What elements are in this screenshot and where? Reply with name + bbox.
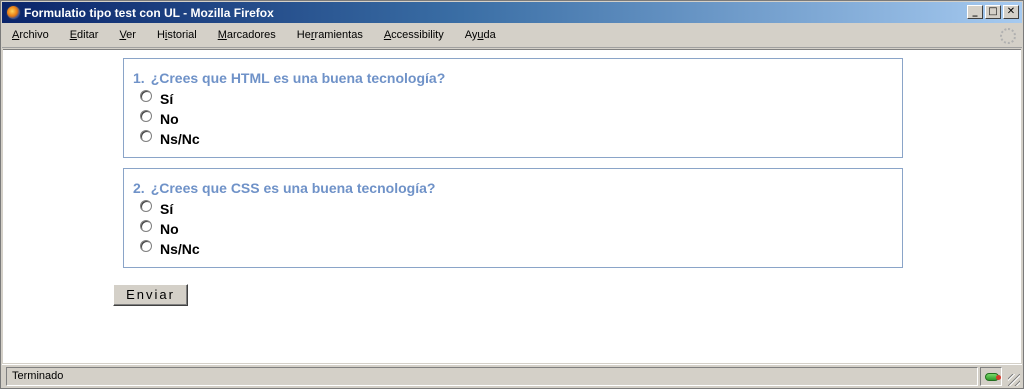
window-controls: _ □ ✕ xyxy=(965,5,1019,19)
close-button[interactable]: ✕ xyxy=(1003,5,1019,19)
option-label[interactable]: Ns/Nc xyxy=(160,131,200,147)
menu-editar[interactable]: Editar xyxy=(70,29,99,41)
option-nsnc[interactable]: Ns/Nc xyxy=(140,129,200,149)
question-2-legend: 2. ¿Crees que CSS es una buena tecnología… xyxy=(133,180,435,196)
minimize-button[interactable]: _ xyxy=(967,5,983,19)
connection-status-icon xyxy=(985,373,1001,381)
question-text: ¿Crees que HTML es una buena tecnología? xyxy=(150,70,446,86)
status-icon-panel xyxy=(980,367,1002,386)
radio-button[interactable] xyxy=(140,110,152,122)
option-label[interactable]: Sí xyxy=(160,91,173,107)
menu-label-rest: ramientas xyxy=(314,29,363,41)
question-number: 2. xyxy=(133,180,145,196)
option-no[interactable]: No xyxy=(140,219,200,239)
options-list: Sí No Ns/Nc xyxy=(140,199,200,259)
menu-label-rest: rchivo xyxy=(19,29,49,41)
menu-label-rest: da xyxy=(483,29,496,41)
menu-accessibility[interactable]: Accessibility xyxy=(384,29,444,41)
menu-label-rest: arcadores xyxy=(226,29,276,41)
menu-ayuda[interactable]: Ayuda xyxy=(465,29,496,41)
menu-label-rest: ccessibility xyxy=(391,29,444,41)
menu-label-rest: ditar xyxy=(77,29,99,41)
menu-archivo[interactable]: Archivo xyxy=(12,29,49,41)
option-label[interactable]: Sí xyxy=(160,201,173,217)
menu-label-rest: storial xyxy=(167,29,197,41)
radio-button[interactable] xyxy=(140,220,152,232)
option-label[interactable]: No xyxy=(160,111,179,127)
throbber-icon xyxy=(1000,28,1016,44)
option-nsnc[interactable]: Ns/Nc xyxy=(140,239,200,259)
firefox-icon xyxy=(6,5,21,20)
page-content: 1. ¿Crees que HTML es una buena tecnologí… xyxy=(3,49,1021,363)
option-label[interactable]: Ns/Nc xyxy=(160,241,200,257)
radio-button[interactable] xyxy=(140,90,152,102)
window-title: Formulatio tipo test con UL - Mozilla Fi… xyxy=(24,6,274,20)
menu-herramientas[interactable]: Herramientas xyxy=(297,29,363,41)
question-1: 1. ¿Crees que HTML es una buena tecnologí… xyxy=(123,58,903,158)
menu-marcadores[interactable]: Marcadores xyxy=(218,29,276,41)
menu-bar: Archivo Editar Ver Historial Marcadores … xyxy=(2,24,1022,48)
question-2: 2. ¿Crees que CSS es una buena tecnología… xyxy=(123,168,903,268)
menu-mnemonic: M xyxy=(217,29,227,41)
resize-grip-icon[interactable] xyxy=(1008,374,1020,386)
option-label[interactable]: No xyxy=(160,221,179,237)
menu-label-rest: Ay xyxy=(464,29,478,41)
browser-window: Formulatio tipo test con UL - Mozilla Fi… xyxy=(0,0,1024,389)
question-number: 1. xyxy=(133,70,145,86)
menu-ver[interactable]: Ver xyxy=(119,29,136,41)
status-bar: Terminado xyxy=(2,364,1022,388)
option-si[interactable]: Sí xyxy=(140,89,200,109)
question-1-legend: 1. ¿Crees que HTML es una buena tecnologí… xyxy=(133,70,445,86)
menu-historial[interactable]: Historial xyxy=(157,29,197,41)
radio-button[interactable] xyxy=(140,130,152,142)
options-list: Sí No Ns/Nc xyxy=(140,89,200,149)
title-bar[interactable]: Formulatio tipo test con UL - Mozilla Fi… xyxy=(2,2,1022,23)
menu-mnemonic: E xyxy=(69,29,78,41)
radio-button[interactable] xyxy=(140,240,152,252)
radio-button[interactable] xyxy=(140,200,152,212)
maximize-button[interactable]: □ xyxy=(985,5,1001,19)
menu-label-rest: He xyxy=(296,29,311,41)
status-text: Terminado xyxy=(6,367,978,386)
menu-label-rest: er xyxy=(126,29,136,41)
question-text: ¿Crees que CSS es una buena tecnología? xyxy=(150,180,436,196)
submit-button[interactable]: Enviar xyxy=(113,284,188,306)
option-si[interactable]: Sí xyxy=(140,199,200,219)
menu-label-rest: H xyxy=(156,29,165,41)
option-no[interactable]: No xyxy=(140,109,200,129)
